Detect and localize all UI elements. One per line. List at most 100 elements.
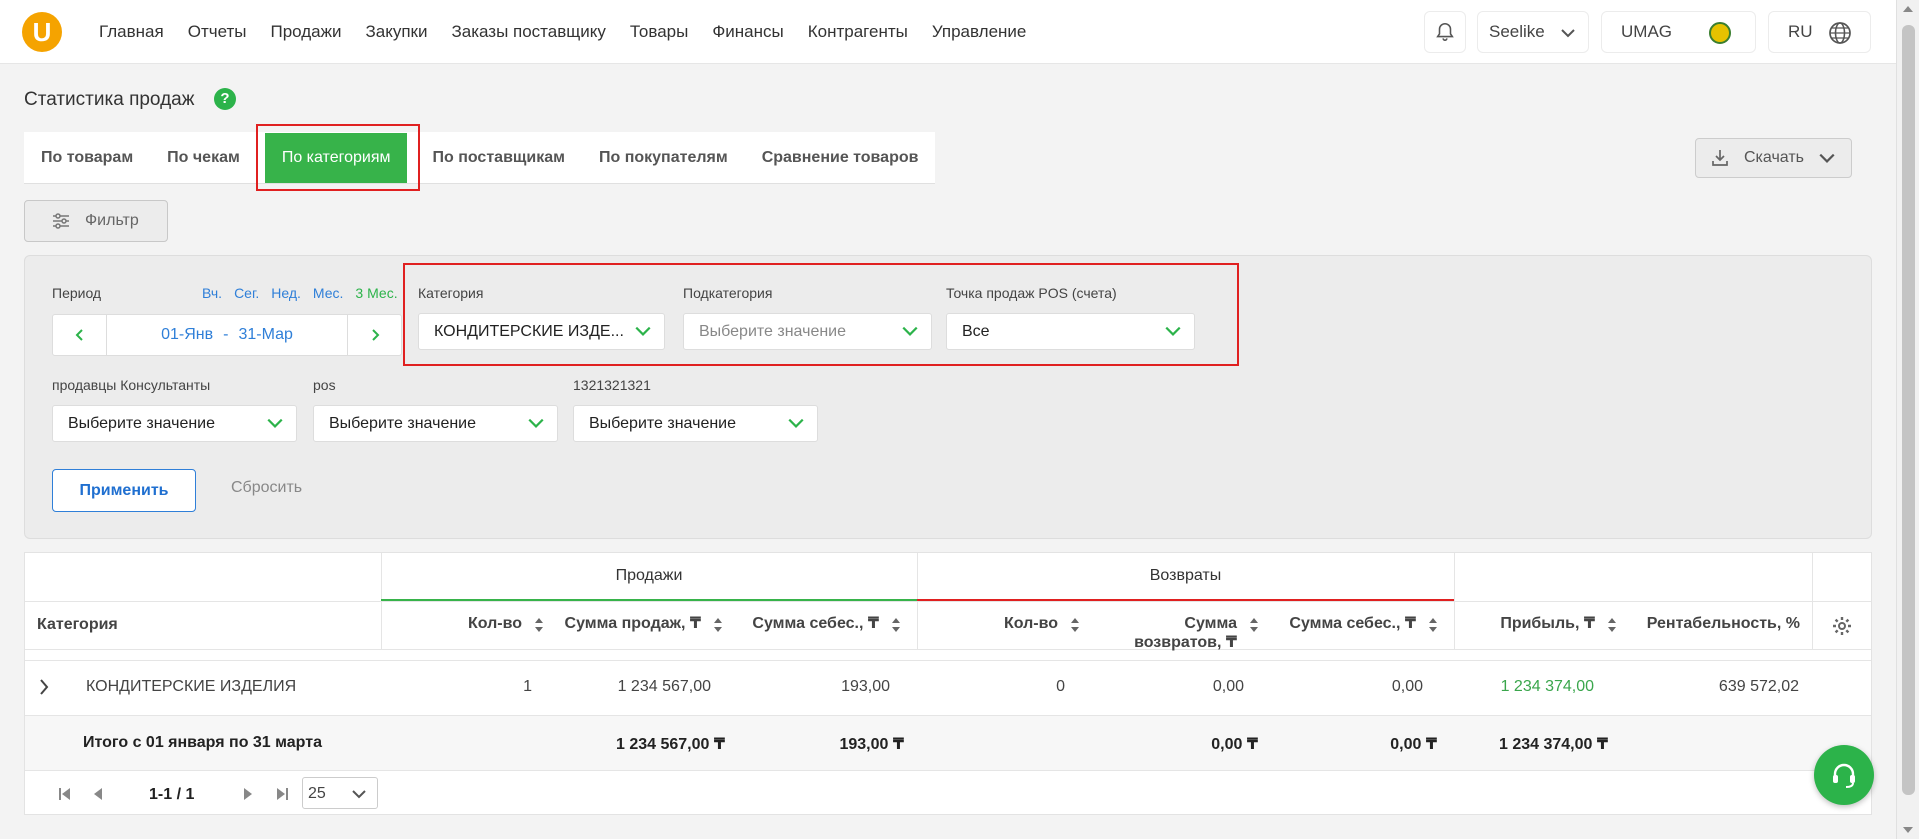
- row-profit: 1 234 374,00: [1500, 678, 1594, 695]
- tab-by-suppliers[interactable]: По поставщикам: [415, 132, 582, 184]
- period-picker: 01-Янв - 31-Мар: [52, 314, 402, 356]
- globe-icon: [1829, 22, 1851, 44]
- reset-button[interactable]: Сбросить: [231, 479, 302, 497]
- download-button[interactable]: Скачать: [1695, 138, 1852, 178]
- col-header-qty[interactable]: Кол-во: [381, 602, 560, 649]
- language-selector[interactable]: RU: [1768, 11, 1871, 53]
- col-header-sales-cost[interactable]: Сумма себес., ₸: [739, 602, 917, 649]
- sort-icon: [714, 618, 722, 632]
- pos-point-value: Все: [962, 322, 990, 340]
- quick-week[interactable]: Нед.: [271, 285, 301, 301]
- col-header-margin[interactable]: Рентабельность, %: [1633, 602, 1812, 649]
- page-scrollbar[interactable]: [1896, 0, 1919, 839]
- period-prev-button[interactable]: [53, 315, 107, 355]
- category-value: КОНДИТЕРСКИЕ ИЗДЕ...: [434, 322, 624, 340]
- total-label: Итого с 01 января по 31 марта: [83, 734, 322, 751]
- scroll-thumb[interactable]: [1902, 25, 1915, 795]
- group-header-sales: Продажи: [381, 553, 917, 601]
- nav-item-management[interactable]: Управление: [932, 22, 1027, 42]
- pos-select[interactable]: Выберите значение: [313, 405, 558, 442]
- quick-3-months[interactable]: 3 Мес.: [355, 285, 397, 301]
- total-return-cost: 0,00 ₸: [1390, 736, 1437, 753]
- nav-item-reports[interactable]: Отчеты: [188, 22, 247, 42]
- apply-button[interactable]: Применить: [52, 469, 196, 512]
- period-from: 01-Янв: [161, 326, 214, 343]
- chevron-down-icon: [902, 326, 918, 336]
- help-icon[interactable]: ?: [214, 88, 236, 110]
- category-select[interactable]: КОНДИТЕРСКИЕ ИЗДЕ...: [418, 313, 665, 350]
- page-size-select[interactable]: 25: [302, 777, 378, 809]
- tab-by-products[interactable]: По товарам: [24, 132, 150, 184]
- col-header-profit[interactable]: Прибыль, ₸: [1454, 602, 1633, 649]
- pos-placeholder: Выберите значение: [329, 414, 477, 432]
- chevron-down-icon: [1819, 153, 1835, 163]
- nav-item-sales[interactable]: Продажи: [270, 22, 341, 42]
- sellers-placeholder: Выберите значение: [68, 414, 216, 432]
- tab-compare-products[interactable]: Сравнение товаров: [745, 132, 936, 184]
- nav-item-finance[interactable]: Финансы: [712, 22, 783, 42]
- chevron-down-icon: [635, 326, 651, 336]
- nav-item-purchases[interactable]: Закупки: [365, 22, 427, 42]
- nav-item-contractors[interactable]: Контрагенты: [808, 22, 908, 42]
- support-chat-button[interactable]: [1814, 745, 1874, 805]
- first-page-icon[interactable]: [58, 788, 72, 800]
- period-next-button[interactable]: [347, 315, 401, 355]
- table-row[interactable]: КОНДИТЕРСКИЕ ИЗДЕЛИЯ 1 1 234 567,00 193,…: [25, 661, 1871, 715]
- scroll-down-arrow[interactable]: [1903, 827, 1913, 833]
- col-header-profit-label: Прибыль, ₸: [1500, 615, 1595, 632]
- period-range[interactable]: 01-Янв - 31-Мар: [107, 315, 347, 355]
- sellers-select[interactable]: Выберите значение: [52, 405, 297, 442]
- col-header-return-sum[interactable]: Сумма возвратов, ₸: [1096, 602, 1275, 651]
- tab-by-categories[interactable]: По категориям: [264, 132, 408, 183]
- col-header-return-cost[interactable]: Сумма себес., ₸: [1275, 602, 1454, 649]
- account-avatar: [1709, 22, 1731, 44]
- quick-yesterday[interactable]: Вч.: [202, 285, 222, 301]
- period-separator: -: [223, 326, 229, 343]
- page-size-value: 25: [308, 785, 326, 802]
- umag-logo[interactable]: U: [22, 12, 62, 52]
- subcategory-label: Подкатегория: [683, 285, 773, 301]
- scroll-up-arrow[interactable]: [1903, 6, 1913, 12]
- next-page-icon[interactable]: [243, 788, 253, 800]
- row-category: КОНДИТЕРСКИЕ ИЗДЕЛИЯ: [86, 678, 297, 695]
- sort-icon: [535, 618, 543, 632]
- col-header-return-qty-label: Кол-во: [1003, 615, 1058, 632]
- store-selector[interactable]: Seelike: [1477, 11, 1589, 53]
- top-navbar: U Главная Отчеты Продажи Закупки Заказы …: [0, 0, 1896, 64]
- custom-field-placeholder: Выберите значение: [589, 414, 737, 432]
- notifications-button[interactable]: [1424, 11, 1466, 53]
- row-sales-sum: 1 234 567,00: [617, 678, 711, 695]
- pos-point-select[interactable]: Все: [946, 313, 1195, 350]
- quick-month[interactable]: Мес.: [313, 285, 344, 301]
- tab-by-receipts[interactable]: По чекам: [150, 132, 257, 184]
- account-name: UMAG: [1621, 22, 1672, 41]
- period-quick-select: Вч. Сег. Нед. Мес. 3 Мес.: [202, 285, 398, 301]
- chevron-right-icon[interactable]: [37, 678, 51, 696]
- subcategory-select[interactable]: Выберите значение: [683, 313, 932, 350]
- headset-icon: [1833, 763, 1855, 788]
- quick-today[interactable]: Сег.: [234, 285, 259, 301]
- table-settings-button[interactable]: [1812, 602, 1873, 649]
- last-page-icon[interactable]: [275, 788, 289, 800]
- nav-item-products[interactable]: Товары: [630, 22, 688, 42]
- col-header-sales-sum[interactable]: Сумма продаж, ₸: [560, 602, 739, 649]
- row-sales-cost: 193,00: [841, 678, 890, 695]
- chevron-down-icon: [788, 418, 804, 428]
- filter-button[interactable]: Фильтр: [24, 200, 168, 242]
- account-menu[interactable]: UMAG: [1601, 11, 1756, 53]
- filter-label: Фильтр: [85, 212, 139, 229]
- chevron-right-icon: [371, 329, 379, 341]
- row-margin: 639 572,02: [1718, 678, 1799, 695]
- download-icon: [1712, 150, 1728, 166]
- sort-icon: [1250, 618, 1258, 632]
- col-header-return-qty[interactable]: Кол-во: [917, 602, 1096, 649]
- sort-icon: [892, 618, 900, 632]
- nav-item-home[interactable]: Главная: [99, 22, 164, 42]
- custom-field-select[interactable]: Выберите значение: [573, 405, 818, 442]
- col-header-category[interactable]: Категория: [25, 602, 381, 649]
- chevron-left-icon: [75, 329, 83, 341]
- chevron-down-icon: [1561, 29, 1575, 38]
- tab-by-customers[interactable]: По покупателям: [582, 132, 745, 184]
- nav-item-supplier-orders[interactable]: Заказы поставщику: [451, 22, 605, 42]
- prev-page-icon[interactable]: [93, 788, 103, 800]
